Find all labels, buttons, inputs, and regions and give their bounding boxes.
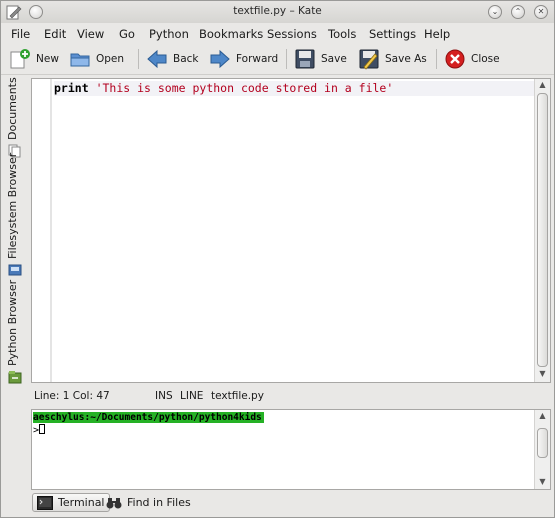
terminal-prompt-path: aeschylus:~/Documents/python/python4kids [33, 412, 264, 423]
open-folder-icon [69, 48, 91, 70]
save-as-button[interactable]: Save As [358, 47, 427, 71]
code-string: 'This is some python code stored in a fi… [95, 81, 394, 95]
tab-terminal[interactable]: Terminal [32, 493, 110, 512]
toolbar-separator [436, 49, 437, 69]
menu-python[interactable]: Python [149, 27, 189, 41]
documents-tab-label: Documents [6, 77, 19, 140]
open-button[interactable]: Open [69, 47, 124, 71]
menu-help[interactable]: Help [424, 27, 450, 41]
python-browser-icon [8, 370, 22, 384]
kate-window: textfile.py – Kate ⌄ ⌃ ✕ File Edit View … [0, 0, 555, 518]
menu-settings[interactable]: Settings [369, 27, 416, 41]
side-panel-tabs: Documents Filesystem Browser Python Brow… [1, 76, 29, 386]
insert-mode[interactable]: INS [155, 390, 173, 402]
scroll-down-icon[interactable]: ▼ [537, 369, 548, 379]
save-as-icon [358, 48, 380, 70]
new-document-icon [9, 48, 31, 70]
terminal-panel[interactable]: aeschylus:~/Documents/python/python4kids… [31, 409, 551, 490]
tab-find-in-files[interactable]: Find in Files [102, 493, 195, 512]
editor-view[interactable]: print 'This is some python code stored i… [31, 78, 551, 383]
toolbar-separator [138, 49, 139, 69]
new-button[interactable]: New [9, 47, 59, 71]
tab-documents[interactable]: Documents [6, 77, 24, 160]
status-filename: textfile.py [211, 390, 264, 402]
editor-gutter [32, 79, 52, 382]
forward-label: Forward [236, 53, 279, 65]
editor-scrollbar[interactable]: ▲ ▼ [534, 79, 550, 382]
terminal-scrollbar[interactable]: ▲ ▼ [534, 410, 550, 489]
editor-scrollbar-thumb[interactable] [537, 93, 548, 367]
close-document-button[interactable]: Close [444, 47, 500, 71]
binoculars-icon [106, 496, 122, 510]
main-toolbar: New Open Back Forward Save Save As Close [1, 43, 554, 75]
back-button[interactable]: Back [146, 47, 199, 71]
terminal-tab-label: Terminal [58, 496, 105, 509]
tab-python-browser[interactable]: Python Browser [6, 279, 24, 386]
close-label: Close [471, 53, 500, 65]
window-title: textfile.py – Kate [233, 5, 322, 17]
tab-filesystem-browser[interactable]: Filesystem Browser [6, 153, 24, 278]
status-bar: Line: 1 Col: 47 INS LINE textfile.py [31, 389, 551, 405]
close-icon [444, 48, 466, 70]
save-disk-icon [294, 48, 316, 70]
python-browser-tab-label: Python Browser [6, 279, 19, 366]
terminal-input-line[interactable]: > [33, 424, 46, 436]
close-window-button[interactable]: ✕ [534, 5, 548, 19]
menu-bookmarks[interactable]: Bookmarks [199, 27, 263, 41]
find-in-files-tab-label: Find in Files [127, 496, 191, 509]
toolbar-separator [286, 49, 287, 69]
scroll-up-icon[interactable]: ▲ [537, 80, 548, 90]
terminal-scrollbar-thumb[interactable] [537, 428, 548, 458]
menu-tools[interactable]: Tools [328, 27, 356, 41]
code-line[interactable]: print 'This is some python code stored i… [54, 81, 534, 96]
menu-file[interactable]: File [11, 27, 30, 41]
title-bar[interactable]: textfile.py – Kate ⌄ ⌃ ✕ [1, 1, 554, 23]
new-label: New [36, 53, 59, 65]
bottom-tool-tabs: Terminal Find in Files [1, 491, 554, 515]
menu-sessions[interactable]: Sessions [267, 27, 317, 41]
menu-edit[interactable]: Edit [44, 27, 66, 41]
terminal-cursor [39, 424, 46, 434]
back-label: Back [173, 53, 199, 65]
forward-button[interactable]: Forward [209, 47, 278, 71]
maximize-button[interactable]: ⌃ [511, 5, 525, 19]
scroll-down-icon[interactable]: ▼ [537, 477, 548, 487]
filesystem-drive-icon [8, 263, 22, 277]
minimize-button[interactable]: ⌄ [488, 5, 502, 19]
menu-bar: File Edit View Go Python Bookmarks Sessi… [1, 23, 554, 43]
forward-arrow-icon [209, 48, 231, 70]
gutter-border [50, 79, 52, 382]
cursor-position: Line: 1 Col: 47 [34, 390, 110, 402]
scroll-up-icon[interactable]: ▲ [537, 411, 548, 421]
open-label: Open [96, 53, 125, 65]
terminal-icon [37, 495, 53, 510]
menu-go[interactable]: Go [119, 27, 135, 41]
selection-mode[interactable]: LINE [180, 390, 203, 402]
save-button[interactable]: Save [294, 47, 347, 71]
filesystem-browser-tab-label: Filesystem Browser [6, 152, 19, 259]
save-as-label: Save As [385, 53, 427, 65]
save-label: Save [321, 53, 347, 65]
back-arrow-icon [146, 48, 168, 70]
menu-view[interactable]: View [77, 27, 104, 41]
code-keyword: print [54, 81, 89, 95]
